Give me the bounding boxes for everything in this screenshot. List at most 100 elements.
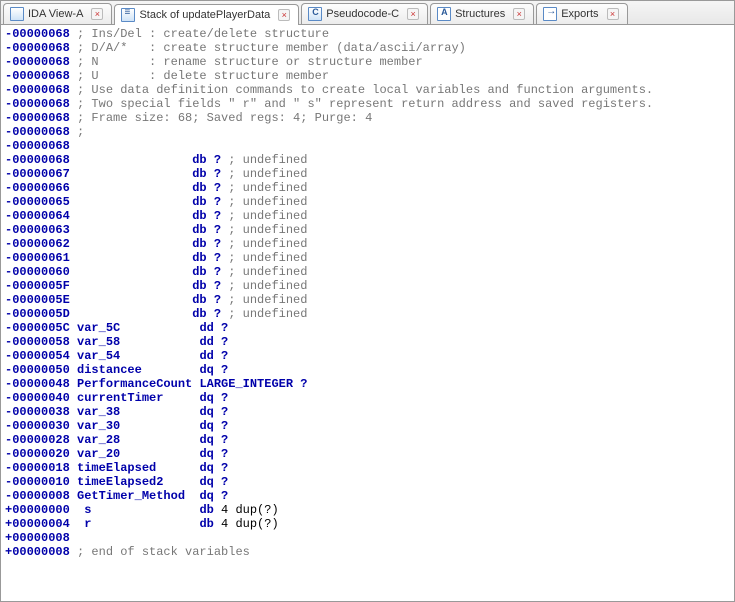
tab-structures[interactable]: Structures× xyxy=(430,3,534,24)
listing-line[interactable]: +00000008 xyxy=(5,531,730,545)
var-name[interactable]: var_30 xyxy=(77,419,192,433)
listing-line[interactable]: -00000063 db ? ; undefined xyxy=(5,223,730,237)
val: ? xyxy=(221,489,228,503)
type-kw: dq xyxy=(199,447,213,461)
comment-text: ; Two special fields " r" and " s" repre… xyxy=(77,97,653,111)
listing-line[interactable]: -00000068 ; xyxy=(5,125,730,139)
close-icon[interactable]: × xyxy=(407,8,419,20)
tab-stack-of-updateplayerdata[interactable]: Stack of updatePlayerData× xyxy=(114,4,299,25)
var-name[interactable]: distancee xyxy=(77,363,192,377)
db-kw: db xyxy=(192,153,206,167)
q: ? xyxy=(214,279,221,293)
addr: -00000068 xyxy=(5,139,70,153)
addr: -00000038 xyxy=(5,405,70,419)
listing-line[interactable]: -00000060 db ? ; undefined xyxy=(5,265,730,279)
db-kw: db xyxy=(192,195,206,209)
var-name[interactable]: r xyxy=(77,517,192,531)
listing-line[interactable]: -00000068 ; U : delete structure member xyxy=(5,69,730,83)
listing-line[interactable]: -00000064 db ? ; undefined xyxy=(5,209,730,223)
comment-text: ; Use data definition commands to create… xyxy=(77,83,653,97)
tab-exports[interactable]: Exports× xyxy=(536,3,627,24)
listing-line[interactable]: -00000038 var_38 dq ? xyxy=(5,405,730,419)
var-name[interactable]: var_28 xyxy=(77,433,192,447)
var-name[interactable]: s xyxy=(77,503,192,517)
addr: -00000010 xyxy=(5,475,70,489)
type-kw: dq xyxy=(199,461,213,475)
listing-line[interactable]: -00000068 ; Frame size: 68; Saved regs: … xyxy=(5,111,730,125)
comment-text: ; end of stack variables xyxy=(77,545,250,559)
type-kw: db xyxy=(199,517,213,531)
listing-line[interactable]: -00000068 ; Two special fields " r" and … xyxy=(5,97,730,111)
var-name[interactable]: timeElapsed xyxy=(77,461,192,475)
addr: -00000068 xyxy=(5,41,70,55)
listing-line[interactable]: +00000008 ; end of stack variables xyxy=(5,545,730,559)
listing-line[interactable]: -00000068 xyxy=(5,139,730,153)
var-name[interactable]: GetTimer_Method xyxy=(77,489,192,503)
val: ? xyxy=(221,447,228,461)
listing-line[interactable]: -00000068 ; Use data definition commands… xyxy=(5,83,730,97)
q: ? xyxy=(214,153,221,167)
var-name[interactable]: var_54 xyxy=(77,349,192,363)
val: ? xyxy=(221,391,228,405)
comment: ; undefined xyxy=(228,307,307,321)
addr: -0000005F xyxy=(5,279,70,293)
close-icon[interactable]: × xyxy=(278,9,290,21)
listing-line[interactable]: -00000048 PerformanceCount LARGE_INTEGER… xyxy=(5,377,730,391)
listing-line[interactable]: -00000010 timeElapsed2 dq ? xyxy=(5,475,730,489)
var-name[interactable]: var_58 xyxy=(77,335,192,349)
listing-line[interactable]: -00000068 ; Ins/Del : create/delete stru… xyxy=(5,27,730,41)
listing-line[interactable]: +00000000 s db 4 dup(?) xyxy=(5,503,730,517)
listing-line[interactable]: -00000062 db ? ; undefined xyxy=(5,237,730,251)
type-kw: dq xyxy=(199,363,213,377)
disassembly-listing[interactable]: -00000068 ; Ins/Del : create/delete stru… xyxy=(1,25,734,602)
tab-ida-view-a[interactable]: IDA View-A× xyxy=(3,3,112,24)
addr: -0000005D xyxy=(5,307,70,321)
addr: -00000068 xyxy=(5,111,70,125)
comment: ; undefined xyxy=(228,223,307,237)
comment: ; undefined xyxy=(228,251,307,265)
listing-line[interactable]: -00000067 db ? ; undefined xyxy=(5,167,730,181)
listing-line[interactable]: -00000054 var_54 dd ? xyxy=(5,349,730,363)
tab-bar: IDA View-A×Stack of updatePlayerData×Pse… xyxy=(1,1,734,25)
addr: -00000067 xyxy=(5,167,70,181)
listing-line[interactable]: -0000005E db ? ; undefined xyxy=(5,293,730,307)
var-name[interactable]: var_5C xyxy=(77,321,192,335)
close-icon[interactable]: × xyxy=(513,8,525,20)
listing-line[interactable]: -00000068 ; N : rename structure or stru… xyxy=(5,55,730,69)
var-name[interactable]: PerformanceCount xyxy=(77,377,192,391)
var-name[interactable]: timeElapsed2 xyxy=(77,475,192,489)
comment-text: ; Ins/Del : create/delete structure xyxy=(77,27,329,41)
close-icon[interactable]: × xyxy=(607,8,619,20)
tab-pseudocode-c[interactable]: Pseudocode-C× xyxy=(301,3,428,24)
close-icon[interactable]: × xyxy=(91,8,103,20)
listing-line[interactable]: -00000028 var_28 dq ? xyxy=(5,433,730,447)
db-kw: db xyxy=(192,293,206,307)
val: ? xyxy=(221,475,228,489)
listing-line[interactable]: -00000066 db ? ; undefined xyxy=(5,181,730,195)
listing-line[interactable]: +00000004 r db 4 dup(?) xyxy=(5,517,730,531)
var-name[interactable]: var_38 xyxy=(77,405,192,419)
listing-line[interactable]: -00000030 var_30 dq ? xyxy=(5,419,730,433)
listing-line[interactable]: -00000018 timeElapsed dq ? xyxy=(5,461,730,475)
listing-line[interactable]: -00000068 db ? ; undefined xyxy=(5,153,730,167)
listing-line[interactable]: -0000005D db ? ; undefined xyxy=(5,307,730,321)
listing-line[interactable]: -00000061 db ? ; undefined xyxy=(5,251,730,265)
listing-line[interactable]: -00000020 var_20 dq ? xyxy=(5,447,730,461)
var-name[interactable]: currentTimer xyxy=(77,391,192,405)
listing-line[interactable]: -00000065 db ? ; undefined xyxy=(5,195,730,209)
var-name[interactable]: var_20 xyxy=(77,447,192,461)
listing-line[interactable]: -00000068 ; D/A/* : create structure mem… xyxy=(5,41,730,55)
listing-line[interactable]: -00000008 GetTimer_Method dq ? xyxy=(5,489,730,503)
listing-line[interactable]: -00000058 var_58 dd ? xyxy=(5,335,730,349)
listing-line[interactable]: -00000050 distancee dq ? xyxy=(5,363,730,377)
listing-line[interactable]: -00000040 currentTimer dq ? xyxy=(5,391,730,405)
listing-line[interactable]: -0000005F db ? ; undefined xyxy=(5,279,730,293)
addr: -00000068 xyxy=(5,153,70,167)
q: ? xyxy=(214,181,221,195)
listing-line[interactable]: -0000005C var_5C dd ? xyxy=(5,321,730,335)
addr: -00000018 xyxy=(5,461,70,475)
type-kw: dq xyxy=(199,475,213,489)
addr: -00000040 xyxy=(5,391,70,405)
val: ? xyxy=(221,405,228,419)
addr: -00000028 xyxy=(5,433,70,447)
